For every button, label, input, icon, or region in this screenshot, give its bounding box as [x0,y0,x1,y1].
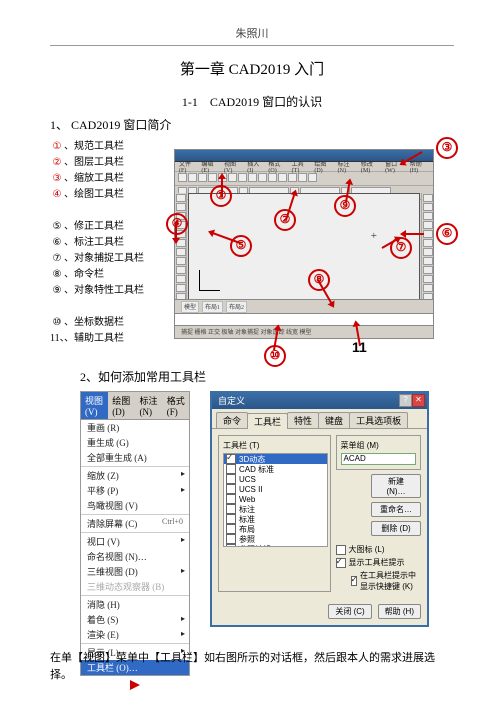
menu-item[interactable]: 全部重生成 (A) [81,450,189,465]
legend-item: ⑩、坐标数据栏 [50,315,144,331]
menugroup-label: 菜单组 (M) [341,440,416,451]
cad-menubar[interactable]: 文件(F)编辑(E)视图(V)插入(I)格式(O)工具(T)绘图(D)标注(N)… [175,162,433,172]
legend-item: ⑥、标注工具栏 [50,235,144,251]
listbox-item[interactable]: Web [224,494,327,504]
legend-item: ⑦、对象捕捉工具栏 [50,251,144,267]
menu-item[interactable]: 命名视图 (N)… [81,549,189,564]
chapter-title: 第一章 CAD2019 入门 [50,58,454,79]
dialog-tab[interactable]: 特性 [287,412,319,428]
help-button[interactable]: 帮助 (H) [378,604,421,619]
menu-item[interactable]: 视口 (V)▸ [81,532,189,549]
section-heading: 1-1 CAD2019 窗口的认识 [50,93,454,110]
dialog-tab[interactable]: 工具栏 [247,413,288,429]
large-icons-checkbox[interactable] [336,545,346,555]
legend-list: ①、规范工具栏②、图层工具栏③、缩放工具栏④、绘图工具栏 ⑤、修正工具栏⑥、标注工… [50,139,144,354]
legend-item: ③、缩放工具栏 [50,171,144,187]
customize-dialog: ? ✕ 自定义 命令工具栏特性键盘工具选项板 工具栏 (T) 3D动态CAD 标… [210,391,429,627]
view-dropdown[interactable]: 重画 (R)重生成 (G)全部重生成 (A)缩放 (Z)▸平移 (P)▸鸟瞰视图… [80,420,190,676]
listbox-item[interactable]: 标注 [224,504,327,514]
show-shortcut-checkbox[interactable] [351,576,357,586]
footer-text: 在单【视图】菜单中【工具栏】如右图所示的对话框，然后跟本人的需求进展选择。 [50,650,454,683]
listbox-item[interactable]: UCS II [224,484,327,494]
menu-item[interactable]: 三维动态观察器 (B) [81,579,189,594]
legend-item: 11、、辅助工具栏 [50,331,144,347]
view-menu-bar[interactable]: 视图(V)绘图(D)标注(N)格式(F) [80,391,190,420]
close-icon[interactable]: ✕ [412,394,425,407]
view-menu-column: 视图(V)绘图(D)标注(N)格式(F) 重画 (R)重生成 (G)全部重生成 … [80,391,190,690]
callout-4: ④ [166,213,188,235]
show-tooltips-checkbox[interactable] [336,558,346,568]
dialog-tab[interactable]: 命令 [216,412,248,428]
listbox-item[interactable]: CAD 标准 [224,464,327,474]
new-button[interactable]: 新建 (N)… [371,474,421,498]
legend-item: ⑧、命令栏 [50,267,144,283]
cad-coord-bar: 模型布局1布局2 [175,299,433,314]
listbox-item[interactable]: 标准 [224,514,327,524]
dialog-tab[interactable]: 工具选项板 [349,412,408,428]
toolbar-listbox[interactable]: 3D动态CAD 标准UCSUCS IIWeb标注标准布局参照参照编辑插入点查询对… [223,453,328,547]
legend-item: ⑤、修正工具栏 [50,219,144,235]
toolbar-group-label: 工具栏 (T) [223,440,326,451]
subhead-2: 2、如何添加常用工具栏 [80,368,454,385]
close-button[interactable]: 关闭 (C) [328,604,371,619]
dialog-titlebar: ? ✕ 自定义 [212,393,427,409]
callout-3: ③ [436,137,458,159]
delete-button[interactable]: 删除 (D) [371,521,421,536]
help-icon[interactable]: ? [399,394,412,407]
menu-item[interactable]: 重画 (R) [81,420,189,435]
listbox-item[interactable]: UCS [224,474,327,484]
subhead-1: 1、 CAD2019 窗口简介 [50,116,454,133]
author-name: 朱照川 [50,25,454,41]
legend-item: ②、图层工具栏 [50,155,144,171]
menu-item[interactable]: 清除屏幕 (C)Ctrl+0 [81,514,189,531]
callout-2: ② [274,209,296,231]
header-rule [50,45,454,46]
menu-item[interactable]: 缩放 (Z)▸ [81,466,189,483]
menu-item[interactable]: 重生成 (G) [81,435,189,450]
menugroup-select[interactable]: ACAD [341,453,416,465]
legend-item: ④、绘图工具栏 [50,187,144,203]
menu-item[interactable]: 鸟瞰视图 (V) [81,498,189,513]
rename-button[interactable]: 重命名… [371,502,421,517]
menu-item[interactable]: 三维视图 (D)▸ [81,564,189,579]
cad-left-tools[interactable] [175,193,187,302]
cad-toolbar-row-1[interactable] [175,172,433,186]
callout-5: ⑤ [230,235,252,257]
listbox-item[interactable]: 3D动态 [224,454,327,464]
cad-right-tools[interactable] [421,193,433,302]
dialog-tab[interactable]: 键盘 [318,412,350,428]
dialog-tabs[interactable]: 命令工具栏特性键盘工具选项板 [212,409,427,429]
listbox-item[interactable]: 参照 [224,534,327,544]
listbox-item[interactable]: 参照编辑 [224,544,327,547]
menu-item[interactable]: 渲染 (E)▸ [81,627,189,642]
cad-statusbar: 捕捉 栅格 正交 极轴 对象捕捉 对象追踪 线宽 模型 [175,325,433,338]
menu-item[interactable]: 平移 (P)▸ [81,483,189,498]
callout-6: ⑥ [436,223,458,245]
menu-item[interactable]: 着色 (S)▸ [81,612,189,627]
legend-item: ⑨、对象特性工具栏 [50,283,144,299]
cad-figure: 文件(F)编辑(E)视图(V)插入(I)格式(O)工具(T)绘图(D)标注(N)… [174,139,434,354]
listbox-item[interactable]: 布局 [224,524,327,534]
legend-item: ①、规范工具栏 [50,139,144,155]
menu-item[interactable]: 消隐 (H) [81,595,189,612]
cad-canvas[interactable]: + [188,193,420,302]
